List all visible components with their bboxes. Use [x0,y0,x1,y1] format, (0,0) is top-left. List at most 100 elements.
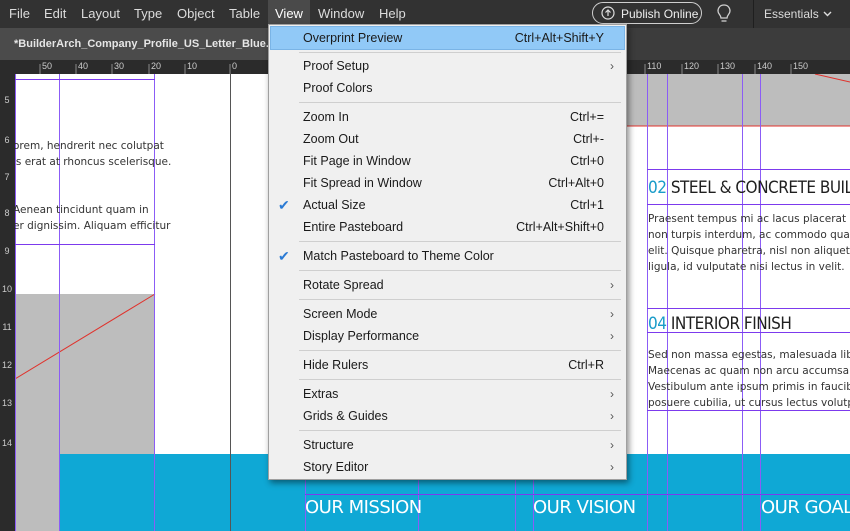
menu-item-label: Screen Mode [303,307,378,321]
text-line: Praesent tempus mi ac lacus placerat ult… [648,213,850,225]
vision-heading[interactable]: OUR VISION [533,497,636,518]
ruler-label: 10 [187,61,198,71]
menu-item-label: Entire Pasteboard [303,220,404,234]
menu-item-label: Fit Page in Window [303,154,411,168]
column-guide[interactable] [760,74,761,531]
document-tab[interactable]: *BuilderArch_Company_Profile_US_Letter_B… [0,28,268,60]
menu-item-actual-size[interactable]: ✔ Actual Size Ctrl+1 [271,194,624,216]
menu-item-shortcut: Ctrl+1 [570,198,604,212]
menu-item-fit-page[interactable]: Fit Page in Window Ctrl+0 [271,150,624,172]
text-line: Aenean tincidunt quam in [15,204,149,216]
frame-edge [647,308,850,309]
column-guide[interactable] [647,74,648,531]
globe-upload-icon [601,6,615,20]
menu-file[interactable]: File [2,0,37,28]
body-text[interactable]: orem, hendrerit nec colutpat is erat at … [15,138,171,170]
publish-online-button[interactable]: Publish Online [592,2,702,24]
body-text[interactable]: Praesent tempus mi ac lacus placerat ult… [648,211,850,275]
section-heading[interactable]: 02 STEEL & CONCRETE BUILDI [648,178,850,198]
ruler-label: 40 [78,61,89,71]
menu-item-label: Story Editor [303,460,369,474]
menu-item-shortcut: Ctrl+R [568,358,604,372]
heading-text: STEEL & CONCRETE BUILDI [666,178,850,198]
column-guide[interactable] [742,74,743,531]
submenu-arrow-icon: › [610,278,614,292]
frame-edge [305,494,850,495]
text-line: Sed non massa egestas, malesuada libero … [648,349,850,361]
menu-item-structure[interactable]: Structure › [271,434,624,456]
submenu-arrow-icon: › [610,59,614,73]
menu-item-match-pasteboard[interactable]: ✔ Match Pasteboard to Theme Color [271,245,624,267]
workspace-switcher[interactable]: Essentials [753,0,850,28]
submenu-arrow-icon: › [610,460,614,474]
ruler-label: 12 [2,360,13,370]
menu-layout[interactable]: Layout [74,0,127,28]
text-line: er dignissim. Aliquam efficitur [15,220,171,232]
menu-item-shortcut: Ctrl+0 [570,154,604,168]
menu-item-proof-setup[interactable]: Proof Setup › [271,55,624,77]
ruler-label: 50 [42,61,53,71]
menu-item-label: Proof Colors [303,81,373,95]
menu-separator [299,430,621,431]
menu-edit[interactable]: Edit [37,0,73,28]
section-heading[interactable]: 04 INTERIOR FINISH [648,314,792,334]
mission-heading[interactable]: OUR MISSION [305,497,422,518]
menu-item-overprint-preview[interactable]: Overprint Preview Ctrl+Alt+Shift+Y [270,26,625,50]
menu-object[interactable]: Object [170,0,222,28]
menu-item-rotate-spread[interactable]: Rotate Spread › [271,274,624,296]
menu-item-label: Extras [303,387,339,401]
text-line: Maecenas ac quam non arcu accumsan trist [648,365,850,377]
body-text[interactable]: Sed non massa egestas, malesuada libero … [648,347,850,411]
ruler-label: 20 [151,61,162,71]
menu-item-fit-spread[interactable]: Fit Spread in Window Ctrl+Alt+0 [271,172,624,194]
menu-item-shortcut: Ctrl+- [573,132,604,146]
submenu-arrow-icon: › [610,387,614,401]
heading-text: INTERIOR FINISH [666,314,792,334]
ruler-label: 6 [4,135,10,145]
submenu-arrow-icon: › [610,438,614,452]
menu-item-shortcut: Ctrl+Alt+Shift+Y [514,31,604,45]
heading-number: 02 [648,178,667,198]
menu-item-screen-mode[interactable]: Screen Mode › [271,303,624,325]
vertical-ruler[interactable]: 5 6 7 8 9 10 11 12 13 14 [0,60,15,531]
menu-item-label: Match Pasteboard to Theme Color [303,249,494,263]
menu-item-label: Zoom In [303,110,349,124]
menu-item-grids-guides[interactable]: Grids & Guides › [271,405,624,427]
submenu-arrow-icon: › [610,307,614,321]
checkmark-icon: ✔ [278,248,290,264]
menu-item-proof-colors[interactable]: Proof Colors [271,77,624,99]
menu-item-extras[interactable]: Extras › [271,383,624,405]
text-line: posuere cubilia, ut cursus lectus volutp… [648,397,850,409]
menu-item-label: Hide Rulers [303,358,369,372]
menu-item-shortcut: Ctrl+Alt+Shift+0 [516,220,604,234]
frame-edge [647,204,850,205]
menu-item-shortcut: Ctrl+= [569,110,604,124]
menu-item-label: Rotate Spread [303,278,384,292]
menu-item-zoom-in[interactable]: Zoom In Ctrl+= [271,106,624,128]
ruler-label: 13 [2,398,13,408]
ruler-label: 7 [4,172,10,182]
menu-separator [299,52,621,53]
menu-item-display-performance[interactable]: Display Performance › [271,325,624,347]
menu-type[interactable]: Type [127,0,169,28]
menu-item-entire-pasteboard[interactable]: Entire Pasteboard Ctrl+Alt+Shift+0 [271,216,624,238]
column-guide[interactable] [667,74,668,531]
menu-item-label: Fit Spread in Window [303,176,422,190]
ruler-label: 0 [232,61,238,71]
frame-edge [15,79,155,80]
ruler-label: 9 [4,246,10,256]
ruler-label: 30 [114,61,125,71]
menu-item-story-editor[interactable]: Story Editor › [271,456,624,478]
lightbulb-icon[interactable] [716,3,732,25]
menu-item-shortcut: Ctrl+Alt+0 [548,176,604,190]
menu-item-hide-rulers[interactable]: Hide Rulers Ctrl+R [271,354,624,376]
ruler-label: 14 [2,438,13,448]
goals-heading[interactable]: OUR GOALS [761,497,850,518]
frame-edge [647,169,850,170]
menu-table[interactable]: Table [222,0,267,28]
publish-online-label: Publish Online [621,7,699,21]
body-text[interactable]: Aenean tincidunt quam in er dignissim. A… [15,202,170,234]
page-edge [230,74,231,531]
menu-item-zoom-out[interactable]: Zoom Out Ctrl+- [271,128,624,150]
submenu-arrow-icon: › [610,329,614,343]
